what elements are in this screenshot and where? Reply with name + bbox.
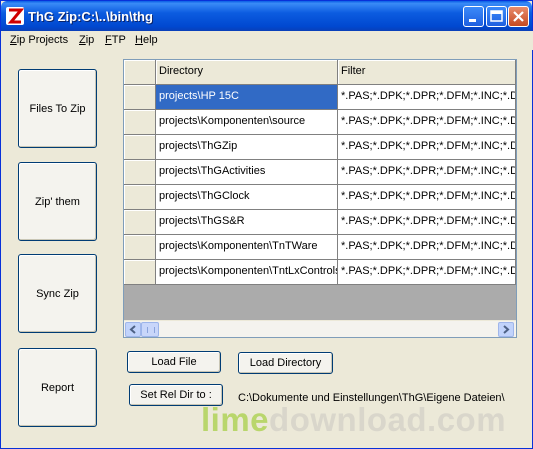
close-button[interactable] [508,6,529,27]
filter-cell[interactable]: *.PAS;*.DPK;*.DPR;*.DFM;*.INC;*.D( [338,85,516,110]
sync-zip-button[interactable]: Sync Zip [18,254,97,333]
maximize-button[interactable] [486,6,507,27]
load-file-button[interactable]: Load File [127,351,221,373]
menu-zip-accel: Z [79,34,86,46]
close-icon [513,11,524,22]
window-title: ThG Zip:C:\..\bin\thg [28,9,153,24]
row-header-cell[interactable] [124,185,156,210]
menu-zip[interactable]: Zip [79,34,94,46]
title-bar[interactable]: ThG Zip:C:\..\bin\thg [1,1,532,31]
files-to-zip-button[interactable]: Files To Zip [18,69,97,148]
watermark-rest: download.com [269,401,507,438]
table-row[interactable]: projects\HP 15C *.PAS;*.DPK;*.DPR;*.DFM;… [124,85,516,110]
table-row[interactable]: projects\ThGS&R *.PAS;*.DPK;*.DPR;*.DFM;… [124,210,516,235]
directory-cell[interactable]: projects\ThGZip [156,135,338,160]
scroll-thumb[interactable] [141,322,159,337]
directory-cell[interactable]: projects\ThGActivities [156,160,338,185]
filter-cell[interactable]: *.PAS;*.DPK;*.DPR;*.DFM;*.INC;*.D( [338,135,516,160]
maximize-icon [490,10,503,22]
grid-header-row: Directory Filter [124,60,516,85]
directory-cell[interactable]: projects\ThGS&R [156,210,338,235]
row-header-cell[interactable] [124,110,156,135]
directory-cell[interactable]: projects\HP 15C [156,85,338,110]
table-row[interactable]: projects\Komponenten\TnTWare *.PAS;*.DPK… [124,235,516,260]
filter-cell[interactable]: *.PAS;*.DPK;*.DPR;*.DFM;*.INC;*.D( [338,110,516,135]
scroll-left-button[interactable] [125,322,141,337]
watermark-lime: lime [201,401,270,438]
chevron-left-icon [129,325,136,334]
row-header-cell[interactable] [124,160,156,185]
menu-bar: Zip Projects Zip FTP Help [2,31,533,50]
table-row[interactable]: projects\ThGZip *.PAS;*.DPK;*.DPR;*.DFM;… [124,135,516,160]
column-header-directory[interactable]: Directory [156,60,338,85]
directory-cell[interactable]: projects\Komponenten\TntLxControls [156,260,338,285]
zip-them-button[interactable]: Zip' them [18,162,97,241]
menu-ftp-label: TP [111,34,126,46]
scroll-right-button[interactable] [498,322,514,337]
row-header-cell[interactable] [124,135,156,160]
row-header-cell[interactable] [124,235,156,260]
table-row[interactable]: projects\ThGClock *.PAS;*.DPK;*.DPR;*.DF… [124,185,516,210]
table-row[interactable]: projects\ThGActivities *.PAS;*.DPK;*.DPR… [124,160,516,185]
filter-cell[interactable]: *.PAS;*.DPK;*.DPR;*.DFM;*.INC;*.D( [338,210,516,235]
menu-help-accel: H [135,34,143,46]
menu-help-label: elp [142,34,158,46]
table-row[interactable]: projects\Komponenten\TntLxControls *.PAS… [124,260,516,285]
minimize-icon [469,19,476,22]
menu-zip-projects[interactable]: Zip Projects [10,34,68,46]
row-header-cell[interactable] [124,210,156,235]
row-header-cell[interactable] [124,260,156,285]
project-grid[interactable]: Directory Filter projects\HP 15C *.PAS;*… [123,59,517,338]
menu-zip-projects-label: ip Projects [16,34,69,46]
filter-cell[interactable]: *.PAS;*.DPK;*.DPR;*.DFM;*.INC;*.D( [338,260,516,285]
filter-cell[interactable]: *.PAS;*.DPK;*.DPR;*.DFM;*.INC;*.D( [338,185,516,210]
menu-ftp[interactable]: FTP [105,34,126,46]
grid-corner-cell [124,60,156,85]
directory-cell[interactable]: projects\Komponenten\source [156,110,338,135]
filter-cell[interactable]: *.PAS;*.DPK;*.DPR;*.DFM;*.INC;*.D( [338,235,516,260]
directory-cell[interactable]: projects\ThGClock [156,185,338,210]
chevron-right-icon [503,325,510,334]
minimize-button[interactable] [463,6,484,27]
directory-cell[interactable]: projects\Komponenten\TnTWare [156,235,338,260]
menu-help[interactable]: Help [135,34,158,46]
column-header-filter[interactable]: Filter [338,60,516,85]
watermark: limedownload.com [201,401,506,439]
row-header-cell[interactable] [124,85,156,110]
load-directory-button[interactable]: Load Directory [238,352,333,374]
menu-zip-label: ip [85,34,95,46]
menu-zip-projects-accel: Z [10,34,17,46]
app-window: ThG Zip:C:\..\bin\thg Zip Projects Zip F… [0,0,533,449]
zip-app-icon [6,7,25,25]
menu-ftp-accel: F [105,34,112,46]
horizontal-scrollbar[interactable] [124,320,516,337]
table-row[interactable]: projects\Komponenten\source *.PAS;*.DPK;… [124,110,516,135]
report-button[interactable]: Report [18,348,97,427]
filter-cell[interactable]: *.PAS;*.DPK;*.DPR;*.DFM;*.INC;*.D( [338,160,516,185]
